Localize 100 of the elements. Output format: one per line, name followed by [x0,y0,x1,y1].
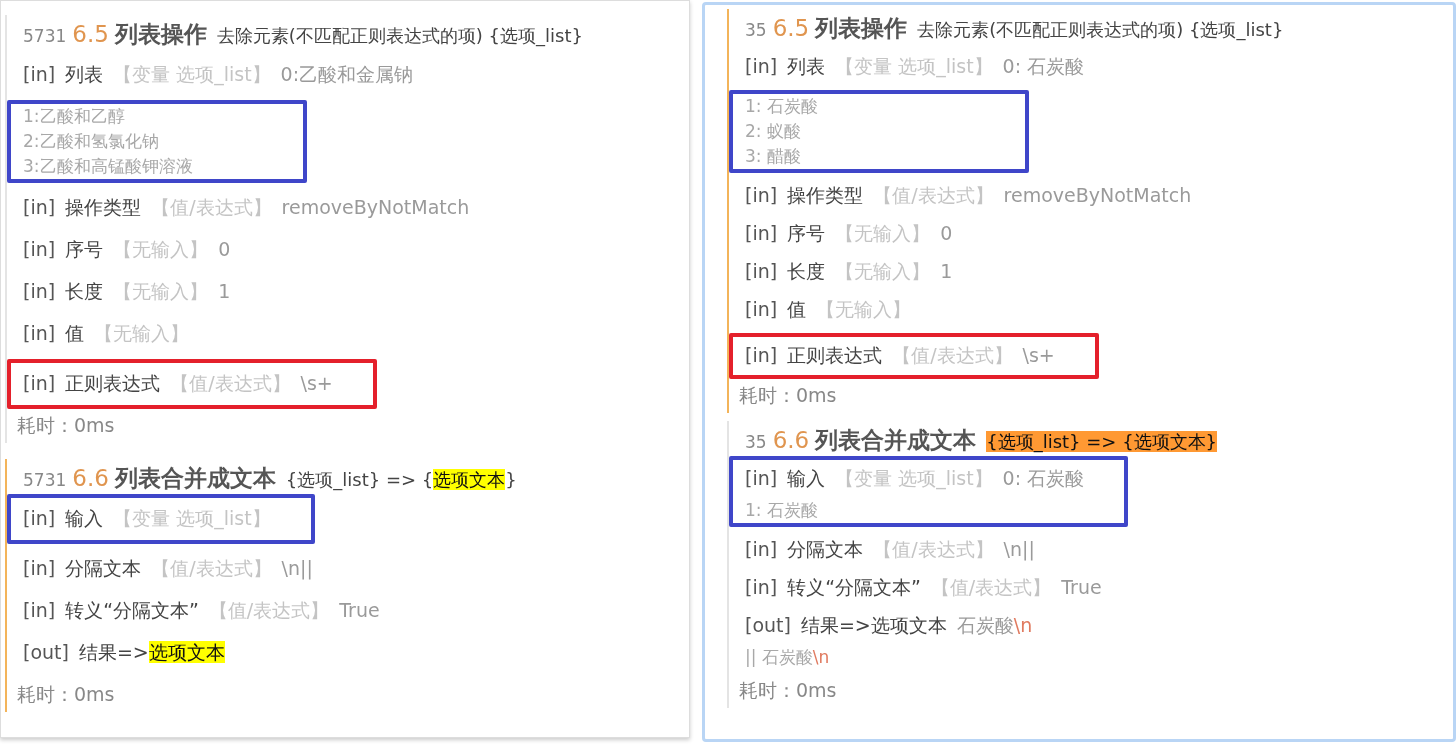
param-name: 长度 [787,259,826,284]
line-number: 5731 [23,470,67,490]
elapsed-time: 耗时：0ms [17,682,116,707]
param-value: True [339,599,380,621]
param-name: 正则表达式 [787,343,883,368]
param-name: 转义“分隔文本” [65,598,199,623]
list-item: 1: 石炭酸 [745,499,818,522]
list-item: 3:乙酸和高锰酸钾溶液 [23,155,193,178]
io-tag: [in] [745,298,778,320]
param-source: 【值/表达式】 [151,195,272,220]
param-name: 操作类型 [65,195,142,220]
elapsed-time: 耗时：0ms [739,383,838,408]
param-value: 1 [940,260,953,282]
io-tag: [in] [23,507,56,529]
step-title: 列表操作 [114,20,207,49]
param-value: removeByNotMatch [1003,184,1192,206]
io-tag: [out] [745,614,791,636]
param-value: 石炭酸\n [956,613,1033,638]
io-tag: [in] [23,63,56,85]
param-name: 序号 [787,221,826,246]
io-tag: [in] [745,538,778,560]
line-number: 35 [745,432,767,452]
param-source: 【无输入】 [816,297,912,322]
io-tag: [in] [23,372,56,394]
elapsed-time: 耗时：0ms [739,678,838,703]
param-value: \n|| [281,557,313,579]
list-item: 1: 石炭酸 [745,95,818,118]
param-name: 值 [65,321,85,346]
param-value: \s+ [300,372,333,394]
param-name: 输入 [787,466,826,491]
list-item: 2: 蚁酸 [745,120,801,143]
param-source: 【值/表达式】 [151,556,272,581]
io-tag: [out] [23,641,69,663]
io-tag: [in] [23,557,56,579]
param-source: 【变量 选项_list】 [113,506,271,532]
io-tag: [in] [745,576,778,598]
param-source: 【值/表达式】 [892,343,1013,368]
io-tag: [in] [23,280,56,302]
list-item: 3: 醋酸 [745,145,801,168]
io-tag: [in] [23,599,56,621]
param-source: 【无输入】 [113,237,209,262]
param-value: 0 [218,238,231,260]
step-title: 列表操作 [815,14,908,43]
param-value: 0: 石炭酸 [1002,466,1085,491]
param-name: 长度 [65,279,104,304]
list-item: 2:乙酸和氢氯化钠 [23,130,159,153]
io-tag: [in] [23,322,56,344]
io-tag: [in] [745,55,778,77]
io-tag: [in] [745,344,778,366]
param-name: 输入 [65,506,104,531]
param-name: 操作类型 [787,183,864,208]
io-tag: [in] [745,222,778,244]
step-subtitle: 去除元素(不匹配正则表达式的项) {选项_list} [917,18,1284,42]
param-name: 结果=>选项文本 [78,640,225,665]
param-value: 0 [940,222,953,244]
param-source: 【值/表达式】 [208,598,330,623]
param-source: 【值/表达式】 [170,371,291,396]
param-source: 【变量 选项_list】 [835,54,993,80]
io-tag: [in] [23,238,56,260]
step-number: 6.6 [772,427,810,453]
param-value: \n|| [1003,538,1035,560]
io-tag: [in] [745,184,778,206]
param-value: 0: 石炭酸 [1002,54,1085,79]
param-source: 【变量 选项_list】 [835,466,993,492]
param-source: 【无输入】 [835,259,931,284]
param-name: 列表 [65,62,104,87]
param-name: 列表 [787,54,826,79]
param-name: 值 [787,297,807,322]
step-number: 6.5 [772,15,810,41]
step-title: 列表合并成文本 [815,426,977,455]
io-tag: [in] [745,467,778,489]
step-number: 6.6 [72,465,109,491]
param-name: 分隔文本 [65,556,142,581]
param-value: 1 [218,280,231,302]
param-source: 【无输入】 [94,321,190,346]
param-value: removeByNotMatch [281,196,470,218]
step-subtitle: 去除元素(不匹配正则表达式的项) {选项_list} [216,24,583,48]
param-value: True [1061,576,1102,598]
line-number: 5731 [23,26,67,46]
param-name: 分隔文本 [787,537,864,562]
step-title: 列表合并成文本 [114,464,276,493]
param-value: 0:乙酸和金属钠 [280,62,414,87]
param-source: 【无输入】 [113,279,209,304]
list-item: || 石炭酸\n [745,646,830,669]
step-subtitle: {选项_list} => {选项文本} [986,430,1218,454]
param-value: \s+ [1022,344,1055,366]
param-name: 转义“分隔文本” [787,575,921,600]
list-item: 1:乙酸和乙醇 [23,105,125,128]
param-source: 【变量 选项_list】 [113,62,271,88]
param-name: 序号 [65,237,104,262]
io-tag: [in] [745,260,778,282]
param-name: 结果=>选项文本 [800,613,947,638]
line-number: 35 [745,20,767,40]
io-tag: [in] [23,196,56,218]
param-source: 【值/表达式】 [873,537,994,562]
param-source: 【值/表达式】 [873,183,994,208]
elapsed-time: 耗时：0ms [17,413,116,438]
step-number: 6.5 [72,21,109,47]
param-source: 【无输入】 [835,221,931,246]
param-name: 正则表达式 [65,371,161,396]
